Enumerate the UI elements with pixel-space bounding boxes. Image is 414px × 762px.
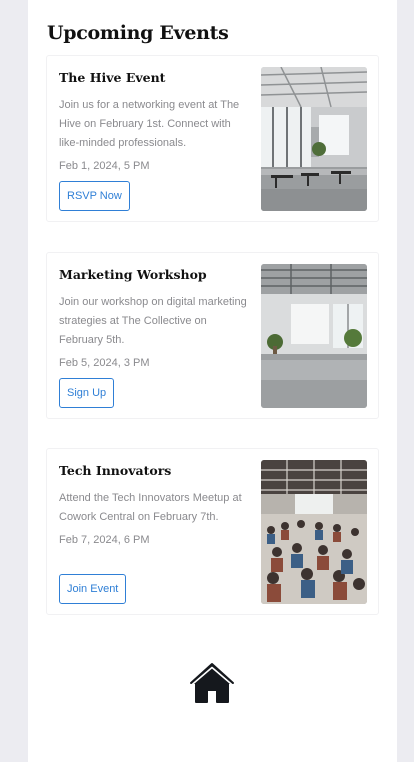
event-image	[261, 67, 367, 211]
event-card-marketing: Marketing Workshop Join our workshop on …	[46, 252, 379, 419]
event-card-tech: Tech Innovators Attend the Tech Innovato…	[46, 448, 379, 615]
events-page: Upcoming Events The Hive Event Join us f…	[28, 0, 397, 762]
event-description: Join us for a networking event at The Hi…	[59, 99, 240, 149]
workshop-room-photo	[261, 264, 367, 408]
event-image	[261, 460, 367, 604]
event-title: Marketing Workshop	[59, 267, 207, 282]
join-event-button[interactable]: Join Event	[59, 574, 127, 604]
event-description: Join our workshop on digital marketing s…	[59, 296, 247, 346]
event-date: Feb 5, 2024, 3 PM	[59, 357, 150, 369]
coworking-space-photo	[261, 67, 367, 211]
page-title: Upcoming Events	[47, 22, 229, 44]
home-icon	[190, 663, 234, 703]
home-button[interactable]	[189, 661, 235, 705]
rsvp-now-button[interactable]: RSVP Now	[59, 181, 130, 211]
event-card-hive: The Hive Event Join us for a networking …	[46, 55, 379, 222]
sign-up-button[interactable]: Sign Up	[59, 378, 115, 408]
event-description: Attend the Tech Innovators Meetup at Cow…	[59, 492, 242, 523]
meetup-crowd-photo	[261, 460, 367, 604]
event-date: Feb 1, 2024, 5 PM	[59, 160, 150, 172]
event-image	[261, 264, 367, 408]
event-title: The Hive Event	[59, 70, 166, 85]
event-title: Tech Innovators	[59, 463, 172, 478]
event-date: Feb 7, 2024, 6 PM	[59, 534, 150, 546]
